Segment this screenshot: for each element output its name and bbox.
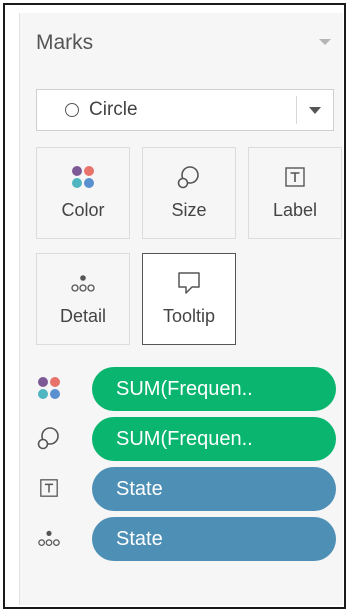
circle-icon <box>65 103 79 117</box>
size-field-pill[interactable]: SUM(Frequen.. <box>92 417 336 461</box>
detail-field-pill[interactable]: State <box>92 517 336 561</box>
size-button-label: Size <box>171 200 207 220</box>
marks-window-frame: Marks Circle Color Size Label Detail Too… <box>3 3 346 609</box>
detail-dots-icon <box>36 525 62 551</box>
label-button[interactable]: Label <box>248 147 342 239</box>
dropdown-divider <box>296 96 297 124</box>
size-button[interactable]: Size <box>142 147 236 239</box>
marks-card-title: Marks <box>36 31 94 54</box>
size-lasso-icon <box>36 425 62 451</box>
mark-type-value: Circle <box>89 99 138 120</box>
size-lasso-icon <box>174 164 204 190</box>
color-dots-icon <box>36 375 62 401</box>
color-field-row: SUM(Frequen.. <box>36 367 338 411</box>
label-button-label: Label <box>272 200 318 220</box>
tooltip-bubble-icon <box>174 270 204 296</box>
color-button-label: Color <box>61 200 105 220</box>
detail-button-label: Detail <box>59 306 107 326</box>
color-button[interactable]: Color <box>36 147 130 239</box>
tooltip-button-label: Tooltip <box>162 306 216 326</box>
label-field-pill[interactable]: State <box>92 467 336 511</box>
color-field-pill[interactable]: SUM(Frequen.. <box>92 367 336 411</box>
label-text-icon <box>280 164 310 190</box>
mark-type-dropdown[interactable]: Circle <box>36 89 334 131</box>
tooltip-button[interactable]: Tooltip <box>142 253 236 345</box>
label-text-icon <box>36 475 62 501</box>
detail-dots-icon <box>68 270 98 296</box>
marks-card: Marks Circle Color Size Label Detail Too… <box>19 13 343 605</box>
chevron-down-icon[interactable] <box>309 107 321 114</box>
detail-field-row: State <box>36 517 338 561</box>
detail-button[interactable]: Detail <box>36 253 130 345</box>
size-field-row: SUM(Frequen.. <box>36 417 338 461</box>
collapse-menu-icon[interactable] <box>319 39 331 45</box>
label-field-row: State <box>36 467 338 511</box>
color-dots-icon <box>68 164 98 190</box>
